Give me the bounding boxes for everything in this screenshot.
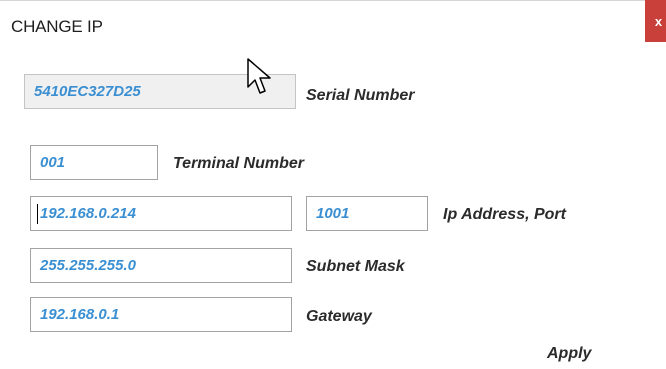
subnet-mask-label: Subnet Mask [306, 258, 405, 275]
gateway-input[interactable]: 192.168.0.1 [30, 297, 292, 332]
port-input[interactable]: 1001 [306, 196, 428, 231]
dialog-title: CHANGE IP [11, 17, 103, 36]
serial-number-label: Serial Number [306, 87, 415, 104]
terminal-number-input[interactable]: 001 [30, 145, 158, 180]
terminal-number-label: Terminal Number [173, 155, 304, 172]
ip-address-port-label: Ip Address, Port [443, 206, 566, 223]
ip-address-input[interactable]: 192.168.0.214 [30, 196, 292, 231]
subnet-mask-input[interactable]: 255.255.255.0 [30, 248, 292, 283]
gateway-label: Gateway [306, 308, 372, 325]
close-button[interactable]: x [645, 0, 666, 42]
apply-button[interactable]: Apply [547, 345, 591, 363]
text-caret [37, 204, 38, 224]
mouse-pointer-icon [247, 58, 271, 94]
top-border [0, 0, 666, 1]
